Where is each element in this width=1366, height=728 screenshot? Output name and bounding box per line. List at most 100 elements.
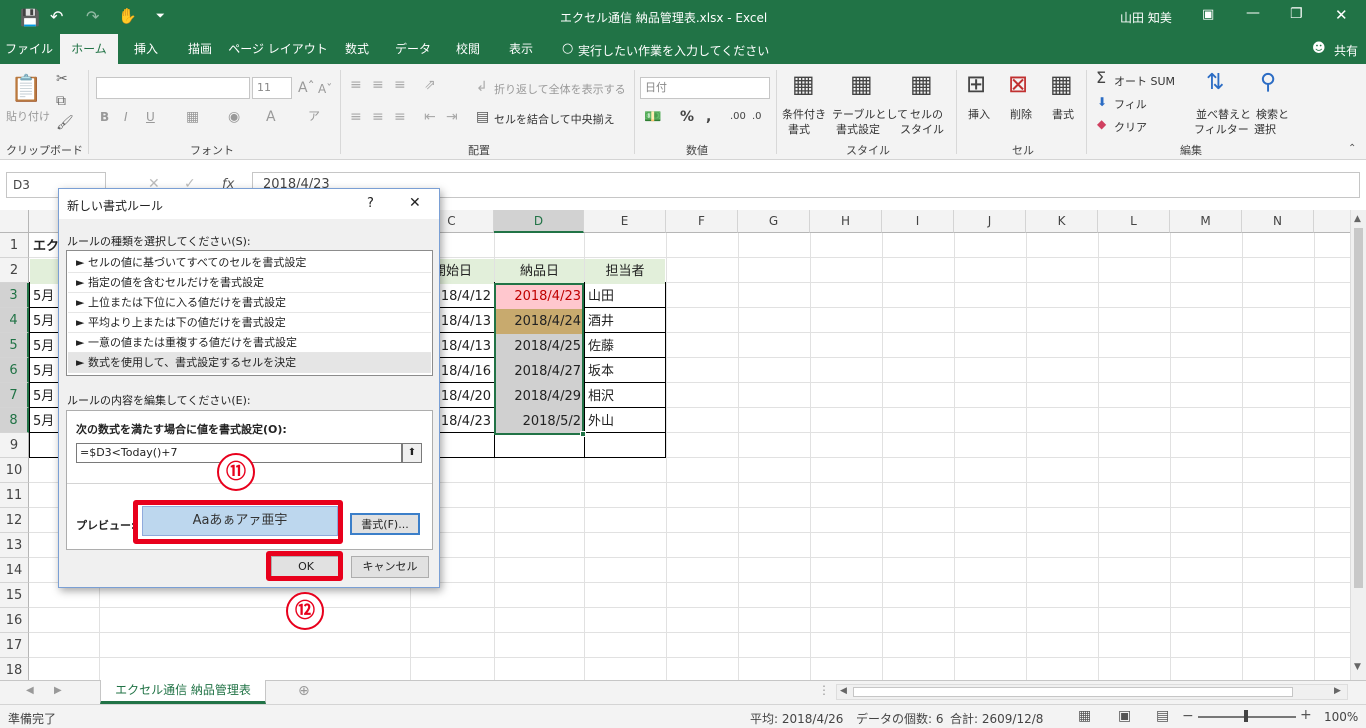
- autosum-button[interactable]: オート SUM: [1114, 73, 1175, 89]
- accounting-format-icon[interactable]: 💵: [644, 110, 661, 124]
- clear-icon[interactable]: ◆: [1097, 118, 1106, 130]
- zoom-in-icon[interactable]: +: [1300, 707, 1312, 723]
- header-cell-person[interactable]: 担当者: [585, 259, 665, 284]
- column-header-n[interactable]: N: [1242, 210, 1314, 233]
- customize-qat-icon[interactable]: ⏷: [156, 9, 165, 23]
- sort-filter-icon[interactable]: ⇅: [1206, 72, 1224, 94]
- rule-type-item[interactable]: ► 一意の値または重複する値だけを書式設定: [68, 333, 431, 353]
- table-cell[interactable]: 相沢: [585, 384, 665, 409]
- row-header[interactable]: 7: [0, 383, 29, 408]
- page-break-view-icon[interactable]: ▤: [1156, 708, 1169, 724]
- row-header[interactable]: 17: [0, 633, 29, 658]
- dialog-help-button[interactable]: ?: [367, 196, 374, 211]
- page-layout-view-icon[interactable]: ▣: [1118, 708, 1131, 724]
- rule-type-list[interactable]: ► セルの値に基づいてすべてのセルを書式設定 ► 指定の値を含むセルだけを書式設…: [66, 250, 433, 376]
- rule-type-item[interactable]: ► 指定の値を含むセルだけを書式設定: [68, 273, 431, 293]
- tab-formulas[interactable]: 数式: [330, 34, 384, 64]
- scroll-down-icon[interactable]: ▼: [1354, 662, 1361, 672]
- table-cell[interactable]: 酒井: [585, 309, 665, 334]
- align-center-icon[interactable]: ≡: [372, 110, 384, 124]
- sort-filter-button[interactable]: 並べ替えと: [1196, 106, 1251, 122]
- tab-file[interactable]: ファイル: [0, 34, 58, 64]
- format-as-table-icon[interactable]: ▦: [850, 72, 873, 96]
- indent-increase-icon[interactable]: ⇥: [446, 110, 458, 124]
- redo-icon[interactable]: ↷: [86, 7, 99, 26]
- row-header[interactable]: 16: [0, 608, 29, 633]
- tab-view[interactable]: 表示: [496, 34, 546, 64]
- close-window-icon[interactable]: ✕: [1335, 6, 1348, 24]
- merge-center-button[interactable]: セルを結合して中央揃え: [494, 111, 615, 127]
- delete-cells-button[interactable]: 削除: [1010, 106, 1032, 122]
- font-name-combo[interactable]: [96, 77, 250, 99]
- font-size-combo[interactable]: 11: [252, 77, 292, 99]
- scroll-thumb[interactable]: [1354, 228, 1363, 588]
- borders-icon[interactable]: ▦: [186, 110, 199, 124]
- scroll-left-icon[interactable]: ◀: [840, 686, 847, 696]
- decrease-decimal-icon[interactable]: .0: [752, 112, 762, 122]
- restore-icon[interactable]: ❐: [1290, 6, 1303, 22]
- font-color-icon[interactable]: A: [266, 110, 276, 124]
- rule-type-item[interactable]: ► 上位または下位に入る値だけを書式設定: [68, 293, 431, 313]
- column-header-d[interactable]: D: [494, 210, 584, 233]
- sort-filter-button-2[interactable]: フィルター: [1194, 121, 1249, 137]
- column-header-j[interactable]: J: [954, 210, 1026, 233]
- select-all-corner[interactable]: [0, 210, 29, 233]
- fill-color-icon[interactable]: ◉: [228, 110, 240, 124]
- user-name[interactable]: 山田 知美: [1120, 9, 1172, 26]
- table-cell[interactable]: 坂本: [585, 359, 665, 384]
- conditional-format-button[interactable]: 条件付き: [782, 106, 826, 122]
- number-format-combo[interactable]: 日付: [640, 77, 770, 99]
- indent-decrease-icon[interactable]: ⇤: [424, 110, 436, 124]
- cell-styles-button-2[interactable]: スタイル: [900, 121, 944, 137]
- tab-review[interactable]: 校閲: [442, 34, 494, 64]
- percent-icon[interactable]: %: [680, 110, 694, 124]
- autosum-icon[interactable]: Σ: [1096, 70, 1106, 86]
- column-header-l[interactable]: L: [1098, 210, 1170, 233]
- row-header[interactable]: 5: [0, 333, 29, 358]
- minimize-icon[interactable]: —: [1246, 5, 1260, 21]
- dialog-close-icon[interactable]: ✕: [409, 195, 421, 211]
- rule-type-item[interactable]: ► セルの値に基づいてすべてのセルを書式設定: [68, 253, 431, 273]
- hscroll-thumb[interactable]: [853, 687, 1293, 697]
- collapse-dialog-button[interactable]: ⬆: [402, 443, 422, 463]
- column-header-i[interactable]: I: [882, 210, 954, 233]
- wrap-text-button[interactable]: 折り返して全体を表示する: [494, 81, 626, 97]
- comma-icon[interactable]: ,: [706, 110, 711, 124]
- table-cell[interactable]: 佐藤: [585, 334, 665, 359]
- tab-page-layout[interactable]: ページ レイアウト: [228, 34, 328, 64]
- insert-cells-button[interactable]: 挿入: [968, 106, 990, 122]
- save-icon[interactable]: 💾: [20, 8, 40, 27]
- zoom-level[interactable]: 100%: [1324, 710, 1358, 724]
- italic-icon[interactable]: I: [124, 111, 128, 123]
- row-header[interactable]: 10: [0, 458, 29, 483]
- fill-button[interactable]: フィル: [1114, 96, 1147, 112]
- align-bottom-icon[interactable]: ≡: [394, 78, 406, 92]
- column-header-o[interactable]: [1314, 210, 1350, 233]
- copy-icon[interactable]: ⧉: [56, 94, 66, 108]
- row-header[interactable]: 14: [0, 558, 29, 583]
- cell-styles-icon[interactable]: ▦: [910, 72, 933, 96]
- horizontal-scrollbar[interactable]: ◀ ▶: [836, 684, 1348, 700]
- grow-font-icon[interactable]: Aˆ: [298, 81, 315, 95]
- align-right-icon[interactable]: ≡: [394, 110, 406, 124]
- fill-handle[interactable]: [580, 431, 586, 437]
- row-header[interactable]: 9: [0, 433, 29, 458]
- find-select-button[interactable]: 検索と: [1256, 106, 1289, 122]
- format-as-table-button[interactable]: テーブルとして: [832, 106, 908, 122]
- sheet-tab-active[interactable]: エクセル通信 納品管理表: [100, 680, 266, 704]
- phonetic-icon[interactable]: ア: [308, 110, 320, 122]
- format-painter-icon[interactable]: 🖌: [56, 116, 74, 130]
- rule-type-item-selected[interactable]: ► 数式を使用して、書式設定するセルを決定: [68, 353, 431, 373]
- conditional-format-icon[interactable]: ▦: [792, 72, 815, 96]
- wrap-text-icon[interactable]: ↲: [476, 80, 488, 94]
- orientation-icon[interactable]: ⇗: [424, 78, 436, 92]
- cell-styles-button[interactable]: セルの: [910, 106, 943, 122]
- share-button[interactable]: 共有: [1334, 42, 1358, 59]
- column-header-h[interactable]: H: [810, 210, 882, 233]
- row-header[interactable]: 6: [0, 358, 29, 383]
- merge-center-icon[interactable]: ▤: [476, 110, 489, 124]
- table-cell[interactable]: 外山: [585, 409, 665, 434]
- vertical-scrollbar[interactable]: ▲ ▼: [1350, 210, 1366, 680]
- row-header[interactable]: 3: [0, 283, 29, 308]
- new-sheet-icon[interactable]: ⊕: [298, 683, 310, 699]
